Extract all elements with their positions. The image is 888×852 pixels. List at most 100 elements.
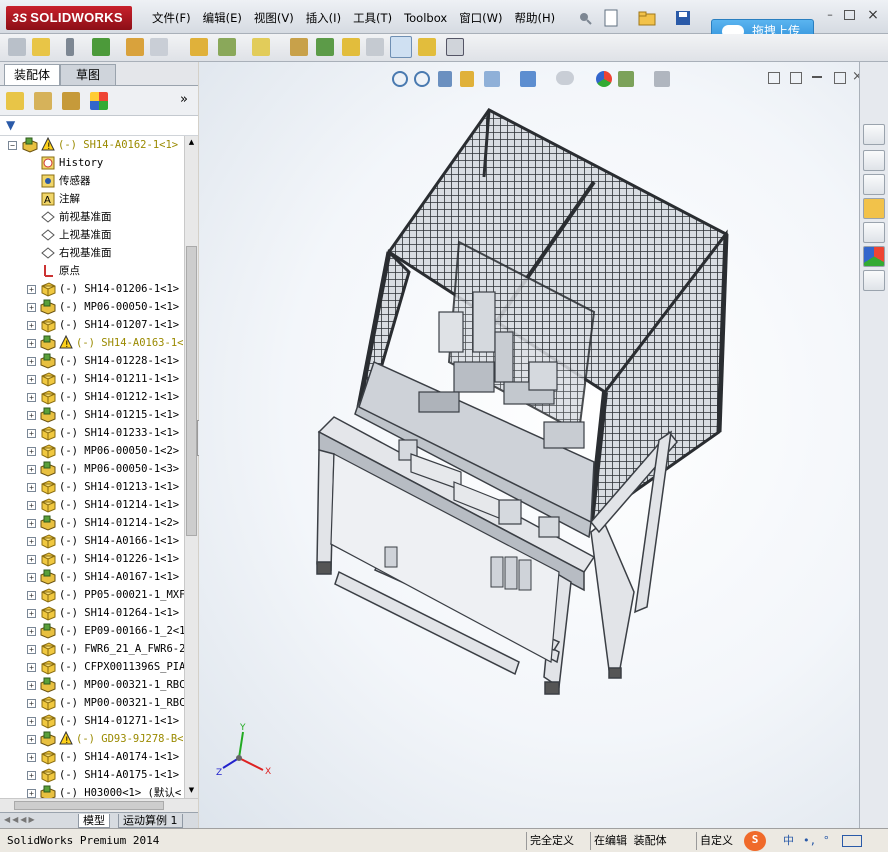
expand-icon[interactable]: +	[27, 789, 36, 798]
menu-item-0[interactable]: 文件(F)	[146, 9, 197, 27]
tree-item-component[interactable]: + (-) MP00-00321-1_RBC	[0, 694, 184, 712]
viewport-tile-icon[interactable]	[768, 72, 780, 84]
display-manager-icon[interactable]	[90, 92, 108, 110]
tree-item-component[interactable]: + (-) MP06-00050-1<2>	[0, 442, 184, 460]
show-hidden-icon[interactable]	[190, 38, 208, 56]
tree-item-component[interactable]: + (-) MP00-00321-1_RBC	[0, 676, 184, 694]
viewport-maximize-icon[interactable]	[834, 72, 846, 84]
tree-item-component[interactable]: + (-) SH14-01211-1<1>	[0, 370, 184, 388]
tree-item-component[interactable]: + (-) PP05-00021-1_MXF	[0, 586, 184, 604]
viewport-minimize-icon[interactable]	[812, 76, 822, 78]
expand-icon[interactable]: +	[27, 771, 36, 780]
update-speedpak-icon[interactable]	[418, 38, 436, 56]
open-folder-icon[interactable]	[636, 7, 656, 27]
tab-sketch[interactable]: 草图	[60, 64, 116, 85]
tree-vertical-scrollbar[interactable]: ▲ ▼	[184, 136, 198, 800]
collapse-icon[interactable]: −	[8, 141, 17, 150]
save-icon[interactable]	[672, 7, 692, 27]
pin-icon[interactable]	[574, 7, 594, 27]
previous-view-icon[interactable]	[438, 71, 452, 87]
expand-panel-icon[interactable]: »	[180, 92, 188, 107]
close-icon[interactable]: ×	[866, 8, 880, 22]
tab-assembly[interactable]: 装配体	[4, 64, 60, 85]
tree-item-component[interactable]: + (-) SH14-01207-1<1>	[0, 316, 184, 334]
menu-item-6[interactable]: 窗口(W)	[453, 9, 508, 27]
menu-item-7[interactable]: 帮助(H)	[509, 9, 562, 27]
tree-item-fixed-2[interactable]: A 注解	[0, 190, 184, 208]
expand-icon[interactable]: +	[27, 303, 36, 312]
expand-icon[interactable]: +	[27, 285, 36, 294]
smart-fastener-icon[interactable]	[126, 38, 144, 56]
paperclip-icon[interactable]	[66, 38, 74, 56]
explode-line-icon[interactable]	[366, 38, 384, 56]
insert-component-icon[interactable]	[8, 38, 26, 56]
scroll-down-arrow-icon[interactable]: ▼	[186, 786, 197, 797]
new-document-icon[interactable]	[600, 7, 620, 27]
design-library-icon[interactable]	[863, 174, 885, 195]
expand-icon[interactable]: +	[27, 753, 36, 762]
edit-appearance-icon[interactable]	[596, 71, 612, 87]
expand-icon[interactable]: +	[27, 339, 36, 348]
tree-item-component[interactable]: + (-) SH14-A0166-1<1>	[0, 532, 184, 550]
mate-icon[interactable]	[32, 38, 50, 56]
ime-chinese-icon[interactable]: 中	[780, 832, 797, 850]
tree-item-component[interactable]: + (-) SH14-01213-1<1>	[0, 478, 184, 496]
scroll-thumb[interactable]	[186, 246, 197, 536]
expand-icon[interactable]: +	[27, 465, 36, 474]
property-manager-icon[interactable]	[34, 92, 52, 110]
tree-item-component[interactable]: + (-) SH14-A0167-1<1>	[0, 568, 184, 586]
expand-icon[interactable]: +	[27, 555, 36, 564]
ime-voice-icon[interactable]: °	[820, 832, 833, 850]
expand-icon[interactable]: +	[27, 537, 36, 546]
expand-icon[interactable]: +	[27, 411, 36, 420]
menu-item-2[interactable]: 视图(V)	[248, 9, 300, 27]
tree-horizontal-scrollbar[interactable]	[0, 798, 198, 812]
tree-item-fixed-6[interactable]: 原点	[0, 262, 184, 280]
reference-geometry-icon[interactable]	[252, 38, 270, 56]
menu-item-5[interactable]: Toolbox	[398, 9, 453, 27]
expand-icon[interactable]: +	[27, 375, 36, 384]
menu-item-3[interactable]: 插入(I)	[300, 9, 347, 27]
expand-icon[interactable]: +	[27, 357, 36, 366]
hscroll-thumb[interactable]	[14, 801, 164, 810]
view-orientation-icon[interactable]	[484, 71, 500, 87]
tree-item-component[interactable]: + (-) EP09-00166-1_2<1	[0, 622, 184, 640]
tree-item-fixed-4[interactable]: 上视基准面	[0, 226, 184, 244]
tree-item-fixed-3[interactable]: 前视基准面	[0, 208, 184, 226]
expand-icon[interactable]: +	[27, 609, 36, 618]
expand-icon[interactable]: +	[27, 447, 36, 456]
expand-icon[interactable]: +	[27, 591, 36, 600]
ime-keyboard-icon[interactable]	[842, 835, 862, 847]
tree-item-component[interactable]: + (-) SH14-01264-1<1>	[0, 604, 184, 622]
pattern-icon[interactable]	[92, 38, 110, 56]
exploded-view-icon[interactable]	[342, 38, 360, 56]
appearances-icon[interactable]	[863, 246, 885, 267]
expand-icon[interactable]: +	[27, 699, 36, 708]
tree-item-component[interactable]: + (-) SH14-01226-1<1>	[0, 550, 184, 568]
ime-punct-icon[interactable]: •,	[800, 832, 819, 850]
expand-icon[interactable]: +	[27, 573, 36, 582]
solidworks-resources-icon[interactable]	[863, 124, 885, 145]
tree-item-fixed-0[interactable]: History	[0, 154, 184, 172]
expand-icon[interactable]: +	[27, 627, 36, 636]
tree-item-component[interactable]: + (-) SH14-A0174-1<1>	[0, 748, 184, 766]
tree-item-component[interactable]: + (-) SH14-01271-1<1>	[0, 712, 184, 730]
viewport-cascade-icon[interactable]	[790, 72, 802, 84]
expand-icon[interactable]: +	[27, 681, 36, 690]
tree-item-component[interactable]: + (-) SH14-A0175-1<1>	[0, 766, 184, 784]
configuration-manager-icon[interactable]	[62, 92, 80, 110]
tree-item-component[interactable]: + (-) CFPX0011396S_PIA	[0, 658, 184, 676]
tree-item-component[interactable]: + (-) SH14-01214-1<2>	[0, 514, 184, 532]
tree-item-component[interactable]: + (-) SH14-01233-1<1>	[0, 424, 184, 442]
solidworks-logo[interactable]: 3S SOLIDWORKS	[6, 6, 132, 30]
view-settings-icon[interactable]	[654, 71, 670, 87]
expand-icon[interactable]: +	[27, 519, 36, 528]
units-status[interactable]: 自定义	[696, 832, 742, 850]
apply-scene-icon[interactable]	[618, 71, 634, 87]
display-style-icon[interactable]	[520, 71, 536, 87]
tab-nav-arrows-icon[interactable]: ◀◀◀▶	[4, 815, 74, 826]
instant3d-icon[interactable]	[390, 36, 412, 58]
scroll-up-arrow-icon[interactable]: ▲	[186, 138, 197, 149]
new-motion-study-icon[interactable]	[290, 38, 308, 56]
tree-item-component[interactable]: +! (-) GD93-9J278-B<	[0, 730, 184, 748]
